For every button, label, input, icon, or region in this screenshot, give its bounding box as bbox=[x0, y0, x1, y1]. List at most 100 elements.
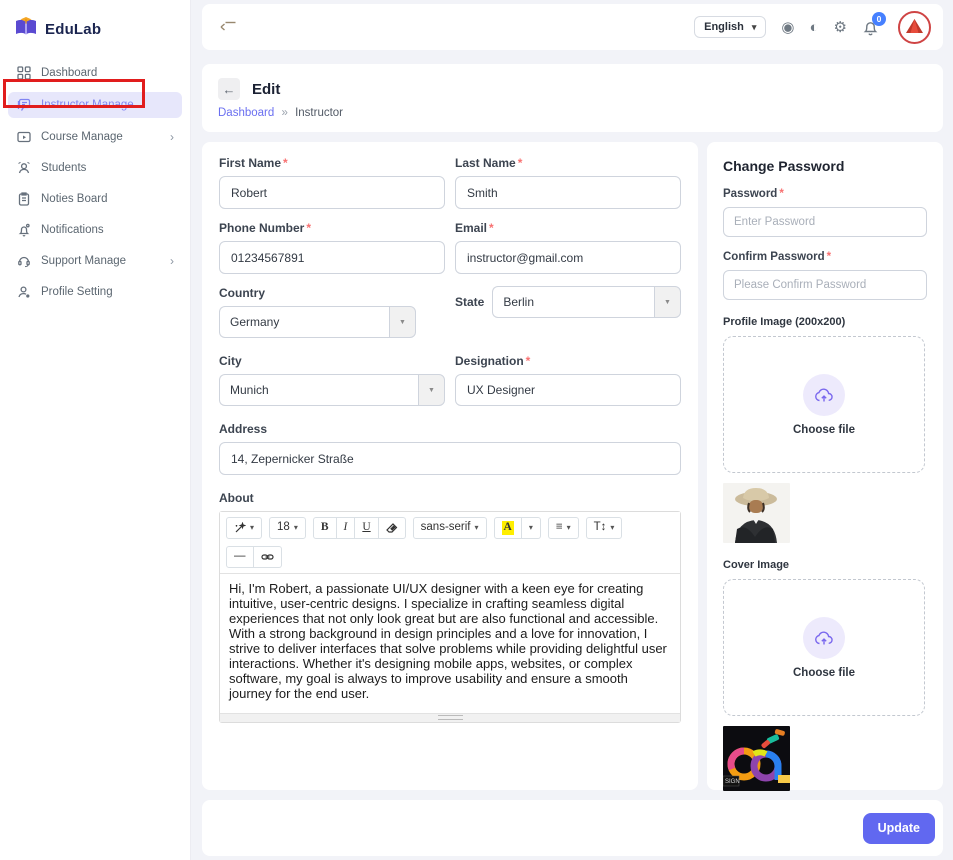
sidebar-item-noties-board[interactable]: Noties Board bbox=[8, 187, 182, 211]
sidebar-item-support-manage[interactable]: Support Manage › bbox=[8, 249, 182, 273]
breadcrumb-separator: » bbox=[281, 107, 287, 119]
country-label: Country bbox=[219, 286, 445, 300]
chevron-down-icon: ▾ bbox=[752, 22, 757, 33]
language-select[interactable]: English ▾ bbox=[694, 16, 766, 38]
city-select[interactable]: Munich ▼ bbox=[219, 374, 445, 406]
topbar: English ▾ ◉ ◐ ⚙ 0 bbox=[202, 4, 943, 50]
country-value[interactable]: Germany bbox=[219, 306, 389, 338]
avatar-logo-icon bbox=[903, 16, 926, 39]
sidebar-item-label: Course Manage bbox=[41, 131, 123, 143]
highlight-color-swatch: A bbox=[502, 521, 514, 535]
country-select[interactable]: Germany ▼ bbox=[219, 306, 416, 338]
confirm-password-input[interactable] bbox=[723, 270, 927, 300]
instructor-form-card: First Name* Last Name* Phone Number* Ema… bbox=[202, 142, 698, 790]
email-label: Email* bbox=[455, 221, 681, 235]
page-title: Edit bbox=[252, 81, 280, 98]
notifications-bell[interactable]: 0 bbox=[862, 19, 879, 36]
profile-image-dropzone[interactable]: Choose file bbox=[723, 336, 925, 473]
phone-input[interactable] bbox=[219, 241, 445, 274]
back-button[interactable]: ← bbox=[218, 78, 240, 100]
clear-format-button[interactable] bbox=[379, 517, 406, 539]
state-label: State bbox=[455, 295, 484, 309]
sidebar-nav: Dashboard Instructor Manage Course Manag… bbox=[0, 53, 190, 304]
cover-image-dropzone[interactable]: Choose file bbox=[723, 579, 925, 716]
bold-button[interactable]: B bbox=[313, 517, 337, 539]
sidebar-collapse-icon[interactable] bbox=[220, 20, 237, 34]
city-select-caret[interactable]: ▼ bbox=[418, 374, 445, 406]
caret-down-icon: ▾ bbox=[567, 523, 571, 533]
caret-down-icon: ▾ bbox=[475, 523, 479, 533]
font-color-button[interactable]: A bbox=[494, 517, 522, 539]
editor-resize-bar[interactable] bbox=[220, 713, 680, 722]
link-icon bbox=[261, 551, 274, 563]
city-label: City bbox=[219, 354, 445, 368]
state-value[interactable]: Berlin bbox=[492, 286, 654, 318]
required-mark: * bbox=[489, 221, 494, 235]
address-input[interactable] bbox=[219, 442, 681, 475]
email-input[interactable] bbox=[455, 241, 681, 274]
choose-file-label: Choose file bbox=[793, 424, 855, 436]
preview-icon[interactable]: ◉ bbox=[781, 20, 794, 35]
required-mark: * bbox=[283, 156, 288, 170]
cloud-upload-icon bbox=[814, 630, 834, 646]
required-mark: * bbox=[779, 188, 783, 200]
underline-button[interactable]: U bbox=[355, 517, 378, 539]
horizontal-rule-button[interactable]: — bbox=[226, 546, 254, 568]
chevron-right-icon: › bbox=[170, 130, 174, 144]
user-avatar[interactable] bbox=[898, 11, 931, 44]
course-manage-icon bbox=[16, 129, 32, 145]
font-family-button[interactable]: sans-serif▾ bbox=[413, 517, 487, 539]
state-select[interactable]: Berlin ▼ bbox=[492, 286, 681, 318]
paragraph-icon: ≡ bbox=[556, 521, 563, 535]
sidebar-item-label: Students bbox=[41, 162, 86, 174]
sidebar-item-dashboard[interactable]: Dashboard bbox=[8, 61, 182, 85]
sidebar-item-course-manage[interactable]: Course Manage › bbox=[8, 125, 182, 149]
caret-down-icon: ▾ bbox=[529, 523, 533, 533]
sidebar-item-students[interactable]: Students bbox=[8, 156, 182, 180]
sidebar-item-notifications[interactable]: Notifications bbox=[8, 218, 182, 242]
breadcrumb-dashboard-link[interactable]: Dashboard bbox=[218, 107, 274, 119]
profile-setting-icon bbox=[16, 284, 32, 300]
first-name-input[interactable] bbox=[219, 176, 445, 209]
theme-toggle-icon[interactable]: ◐ bbox=[809, 20, 818, 35]
change-password-title: Change Password bbox=[723, 158, 927, 174]
italic-button[interactable]: I bbox=[337, 517, 356, 539]
sidebar-item-label: Support Manage bbox=[41, 255, 126, 267]
address-label: Address bbox=[219, 422, 681, 436]
password-label: Password* bbox=[723, 188, 927, 200]
city-value[interactable]: Munich bbox=[219, 374, 418, 406]
profile-image-thumbnail bbox=[723, 483, 790, 543]
country-select-caret[interactable]: ▼ bbox=[389, 306, 416, 338]
eraser-icon bbox=[386, 522, 398, 534]
font-color-dropdown[interactable]: ▾ bbox=[522, 517, 541, 539]
sidebar-item-label: Notifications bbox=[41, 224, 104, 236]
sidebar-item-profile-setting[interactable]: Profile Setting bbox=[8, 280, 182, 304]
line-height-button[interactable]: T↕▾ bbox=[586, 517, 623, 539]
form-actions-bar: Update bbox=[202, 800, 943, 856]
update-button[interactable]: Update bbox=[863, 813, 935, 844]
language-value: English bbox=[704, 21, 744, 33]
password-and-images-card: Change Password Password* Confirm Passwo… bbox=[707, 142, 943, 790]
settings-gear-icon[interactable]: ⚙ bbox=[834, 20, 847, 35]
sidebar-item-instructor-manage[interactable]: Instructor Manage bbox=[8, 92, 182, 118]
sidebar-item-label: Noties Board bbox=[41, 193, 107, 205]
password-input[interactable] bbox=[723, 207, 927, 237]
style-magic-button[interactable]: ▾ bbox=[226, 517, 262, 539]
cover-image-thumbnail: SIGN bbox=[723, 726, 790, 791]
upload-cloud-circle bbox=[803, 374, 845, 416]
breadcrumb-current: Instructor bbox=[295, 107, 343, 119]
state-select-caret[interactable]: ▼ bbox=[654, 286, 681, 318]
sidebar-item-label: Profile Setting bbox=[41, 286, 113, 298]
designation-input[interactable] bbox=[455, 374, 681, 406]
choose-file-label: Choose file bbox=[793, 667, 855, 679]
sidebar-item-label: Instructor Manage bbox=[41, 99, 134, 111]
about-editor-content[interactable]: Hi, I'm Robert, a passionate UI/UX desig… bbox=[220, 574, 680, 713]
last-name-input[interactable] bbox=[455, 176, 681, 209]
required-mark: * bbox=[306, 221, 311, 235]
svg-text:SIGN: SIGN bbox=[725, 779, 740, 785]
paragraph-button[interactable]: ≡▾ bbox=[548, 517, 579, 539]
font-size-button[interactable]: 18▾ bbox=[269, 517, 306, 539]
insert-link-button[interactable] bbox=[254, 546, 282, 568]
required-mark: * bbox=[526, 354, 531, 368]
brand[interactable]: EduLab bbox=[0, 0, 190, 53]
